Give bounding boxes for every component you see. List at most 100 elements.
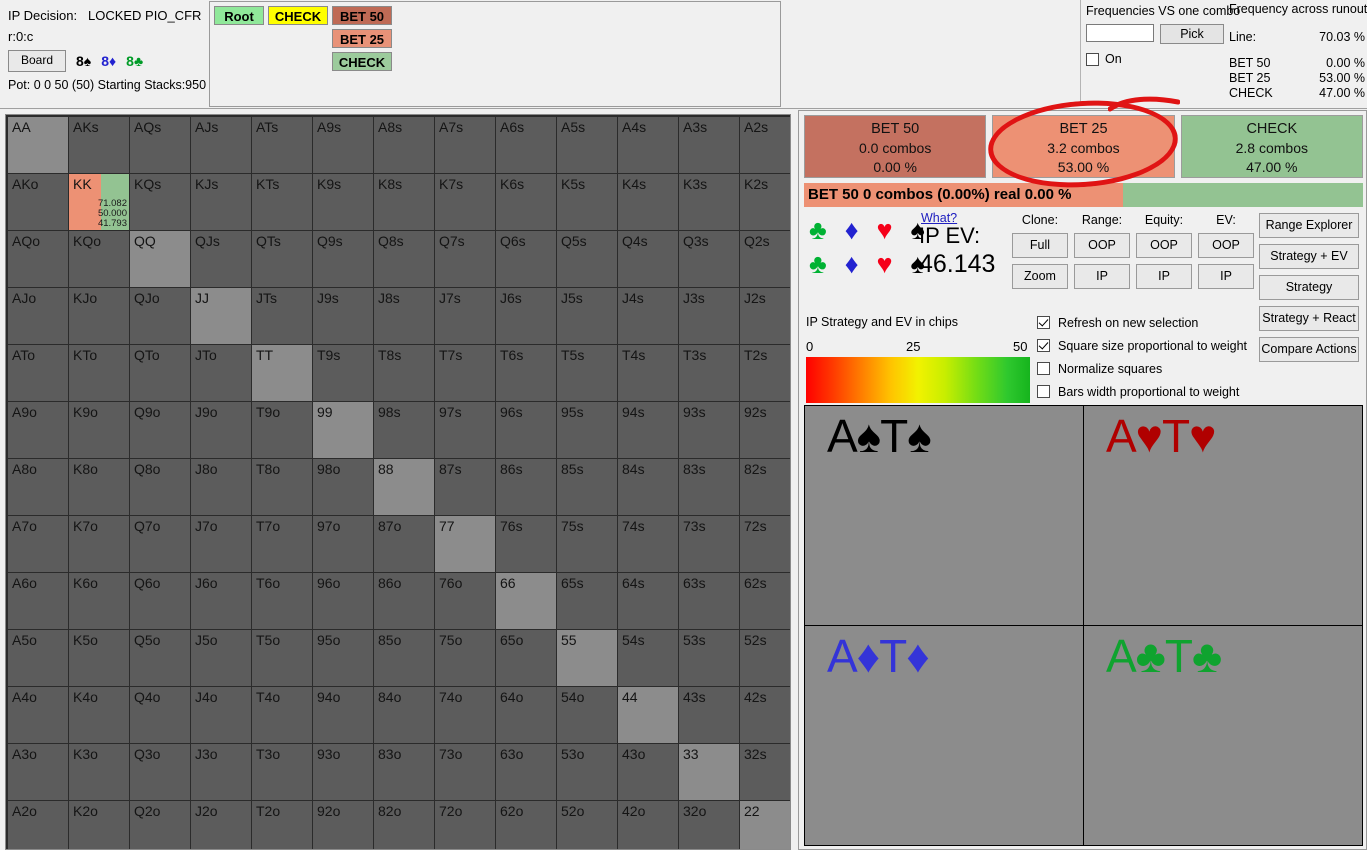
hand-cell-A4s[interactable]: A4s — [618, 117, 678, 173]
clone-zoom-button[interactable]: Zoom — [1012, 264, 1068, 289]
hand-cell-62s[interactable]: 62s — [740, 573, 790, 629]
hand-cell-94s[interactable]: 94s — [618, 402, 678, 458]
hand-cell-J7s[interactable]: J7s — [435, 288, 495, 344]
hand-cell-98o[interactable]: 98o — [313, 459, 373, 515]
hand-cell-Q4o[interactable]: Q4o — [130, 687, 190, 743]
hand-cell-64o[interactable]: 64o — [496, 687, 556, 743]
hand-cell-33[interactable]: 33 — [679, 744, 739, 800]
hand-cell-K7o[interactable]: K7o — [69, 516, 129, 572]
hand-cell-Q9o[interactable]: Q9o — [130, 402, 190, 458]
diamond-icon-r1[interactable]: ♦ — [845, 216, 859, 244]
hand-cell-73s[interactable]: 73s — [679, 516, 739, 572]
hand-cell-JJ[interactable]: JJ — [191, 288, 251, 344]
hand-cell-T7s[interactable]: T7s — [435, 345, 495, 401]
compare-actions-button[interactable]: Compare Actions — [1259, 337, 1359, 362]
hand-cell-ATs[interactable]: ATs — [252, 117, 312, 173]
hand-cell-32s[interactable]: 32s — [740, 744, 790, 800]
strategy-button[interactable]: Strategy — [1259, 275, 1359, 300]
hand-cell-43s[interactable]: 43s — [679, 687, 739, 743]
hand-cell-A6o[interactable]: A6o — [8, 573, 68, 629]
hand-cell-84s[interactable]: 84s — [618, 459, 678, 515]
board-button[interactable]: Board — [8, 50, 66, 72]
hand-cell-Q5s[interactable]: Q5s — [557, 231, 617, 287]
hand-cell-65o[interactable]: 65o — [496, 630, 556, 686]
hand-cell-Q6o[interactable]: Q6o — [130, 573, 190, 629]
hand-cell-A9o[interactable]: A9o — [8, 402, 68, 458]
hand-cell-A3s[interactable]: A3s — [679, 117, 739, 173]
hand-cell-95o[interactable]: 95o — [313, 630, 373, 686]
hand-cell-96s[interactable]: 96s — [496, 402, 556, 458]
hand-cell-76o[interactable]: 76o — [435, 573, 495, 629]
hand-cell-72s[interactable]: 72s — [740, 516, 790, 572]
hand-cell-J3s[interactable]: J3s — [679, 288, 739, 344]
hand-cell-K7s[interactable]: K7s — [435, 174, 495, 230]
pick-button[interactable]: Pick — [1160, 24, 1224, 44]
hand-cell-QJs[interactable]: QJs — [191, 231, 251, 287]
hand-cell-T5s[interactable]: T5s — [557, 345, 617, 401]
hand-cell-82s[interactable]: 82s — [740, 459, 790, 515]
hand-cell-AA[interactable]: AA — [8, 117, 68, 173]
tree-node-bet25[interactable]: BET 25 — [332, 29, 392, 48]
hand-cell-K6o[interactable]: K6o — [69, 573, 129, 629]
hand-cell-KQo[interactable]: KQo — [69, 231, 129, 287]
heart-icon-r2[interactable]: ♥ — [877, 250, 893, 278]
hand-cell-J2o[interactable]: J2o — [191, 801, 251, 849]
hand-cell-KK[interactable]: 71.082 50.000 41.793 KK — [69, 174, 129, 230]
hand-cell-J4o[interactable]: J4o — [191, 687, 251, 743]
tree-node-check[interactable]: CHECK — [268, 6, 328, 25]
hand-cell-J4s[interactable]: J4s — [618, 288, 678, 344]
hand-cell-J9o[interactable]: J9o — [191, 402, 251, 458]
hand-cell-AJo[interactable]: AJo — [8, 288, 68, 344]
hand-cell-83o[interactable]: 83o — [374, 744, 434, 800]
hand-cell-J8o[interactable]: J8o — [191, 459, 251, 515]
hand-cell-53o[interactable]: 53o — [557, 744, 617, 800]
hand-cell-J5s[interactable]: J5s — [557, 288, 617, 344]
hand-cell-Q4s[interactable]: Q4s — [618, 231, 678, 287]
hand-cell-64s[interactable]: 64s — [618, 573, 678, 629]
range-oop-button[interactable]: OOP — [1074, 233, 1130, 258]
hand-cell-KJs[interactable]: KJs — [191, 174, 251, 230]
hand-range-grid[interactable]: AA AKs AQs AJs ATs A9s A8s A7s A6s A5s A4s A3s A2s AK… — [6, 115, 790, 849]
hand-cell-JTs[interactable]: JTs — [252, 288, 312, 344]
hand-cell-KJo[interactable]: KJo — [69, 288, 129, 344]
hand-cell-T6s[interactable]: T6s — [496, 345, 556, 401]
hand-cell-52o[interactable]: 52o — [557, 801, 617, 849]
hand-cell-A5s[interactable]: A5s — [557, 117, 617, 173]
hand-cell-K2s[interactable]: K2s — [740, 174, 790, 230]
clone-full-button[interactable]: Full — [1012, 233, 1068, 258]
hand-cell-Q2s[interactable]: Q2s — [740, 231, 790, 287]
hand-cell-98s[interactable]: 98s — [374, 402, 434, 458]
range-explorer-button[interactable]: Range Explorer — [1259, 213, 1359, 238]
hand-cell-T9o[interactable]: T9o — [252, 402, 312, 458]
hand-cell-KTs[interactable]: KTs — [252, 174, 312, 230]
hand-cell-97s[interactable]: 97s — [435, 402, 495, 458]
equity-oop-button[interactable]: OOP — [1136, 233, 1192, 258]
hand-cell-A3o[interactable]: A3o — [8, 744, 68, 800]
hand-cell-T6o[interactable]: T6o — [252, 573, 312, 629]
hand-cell-72o[interactable]: 72o — [435, 801, 495, 849]
hand-cell-K3o[interactable]: K3o — [69, 744, 129, 800]
hand-cell-J7o[interactable]: J7o — [191, 516, 251, 572]
hand-cell-86s[interactable]: 86s — [496, 459, 556, 515]
hand-cell-52s[interactable]: 52s — [740, 630, 790, 686]
hand-cell-43o[interactable]: 43o — [618, 744, 678, 800]
hand-cell-73o[interactable]: 73o — [435, 744, 495, 800]
hand-cell-T4o[interactable]: T4o — [252, 687, 312, 743]
range-ip-button[interactable]: IP — [1074, 264, 1130, 289]
hand-cell-A8o[interactable]: A8o — [8, 459, 68, 515]
hand-cell-Q2o[interactable]: Q2o — [130, 801, 190, 849]
hand-cell-92o[interactable]: 92o — [313, 801, 373, 849]
hand-cell-63s[interactable]: 63s — [679, 573, 739, 629]
diamond-icon-r2[interactable]: ♦ — [845, 250, 859, 278]
action-box-bet50[interactable]: BET 50 0.0 combos 0.00 % — [804, 115, 987, 178]
bars-width-proportional-checkbox[interactable] — [1037, 385, 1050, 398]
refresh-on-new-selection-checkbox[interactable] — [1037, 316, 1050, 329]
hand-cell-74s[interactable]: 74s — [618, 516, 678, 572]
combo-quadrant-AhTh[interactable]: A♥T♥ — [1084, 406, 1362, 625]
hand-cell-T5o[interactable]: T5o — [252, 630, 312, 686]
hand-cell-T9s[interactable]: T9s — [313, 345, 373, 401]
hand-cell-QJo[interactable]: QJo — [130, 288, 190, 344]
hand-cell-J2s[interactable]: J2s — [740, 288, 790, 344]
hand-cell-K3s[interactable]: K3s — [679, 174, 739, 230]
combo-quadrant-grid[interactable]: A♠T♠ A♥T♥ A♦T♦ A♣T♣ — [804, 405, 1363, 846]
